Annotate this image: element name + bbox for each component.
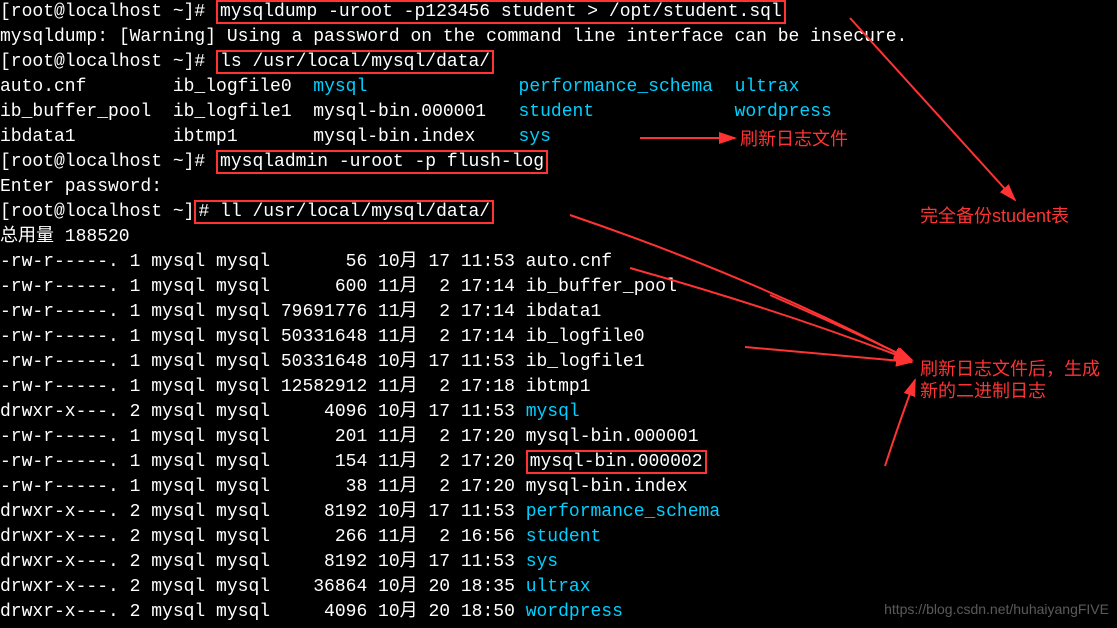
annotation-backup: 完全备份student表 <box>920 205 1100 227</box>
terminal-line: mysqldump: [Warning] Using a password on… <box>0 25 1117 50</box>
terminal-line: -rw-r-----. 1 mysql mysql 50331648 11月 2… <box>0 325 1117 350</box>
terminal-line: drwxr-x---. 2 mysql mysql 8192 10月 17 11… <box>0 550 1117 575</box>
terminal-line: Enter password: <box>0 175 1117 200</box>
terminal-line: -rw-r-----. 1 mysql mysql 600 11月 2 17:1… <box>0 275 1117 300</box>
terminal-window: { "prompt":"[root@localhost ~]# ", "cmd1… <box>0 0 1117 628</box>
terminal-line: 总用量 188520 <box>0 225 1117 250</box>
terminal-line: -rw-r-----. 1 mysql mysql 38 11月 2 17:20… <box>0 475 1117 500</box>
watermark: https://blog.csdn.net/huhaiyangFIVE <box>884 597 1109 622</box>
cmd-flushlog: mysqladmin -uroot -p flush-log <box>216 150 548 174</box>
terminal-line: -rw-r-----. 1 mysql mysql 79691776 11月 2… <box>0 300 1117 325</box>
annotation-flush-log: 刷新日志文件 <box>740 128 848 150</box>
terminal-line: drwxr-x---. 2 mysql mysql 8192 10月 17 11… <box>0 500 1117 525</box>
terminal-line: -rw-r-----. 1 mysql mysql 201 11月 2 17:2… <box>0 425 1117 450</box>
terminal-content: [root@localhost ~]# mysqldump -uroot -p1… <box>0 0 1117 625</box>
cmd-mysqldump: mysqldump -uroot -p123456 student > /opt… <box>216 0 786 24</box>
cmd-ls: ls /usr/local/mysql/data/ <box>216 50 494 74</box>
prompt: [root@localhost ~] <box>0 202 194 222</box>
cmd-ll: # ll /usr/local/mysql/data/ <box>194 200 494 224</box>
file-new-binlog: mysql-bin.000002 <box>526 450 707 474</box>
annotation-newbinlog: 刷新日志文件后，生成新的二进制日志 <box>920 358 1110 402</box>
terminal-line: ib_buffer_pool ib_logfile1 mysql-bin.000… <box>0 100 1117 125</box>
terminal-line: ibdata1 ibtmp1 mysql-bin.index sys <box>0 125 1117 150</box>
terminal-line: [root@localhost ~]# mysqldump -uroot -p1… <box>0 0 1117 25</box>
terminal-line: auto.cnf ib_logfile0 mysql performance_s… <box>0 75 1117 100</box>
terminal-line: -rw-r-----. 1 mysql mysql 154 11月 2 17:2… <box>0 450 1117 475</box>
terminal-line: -rw-r-----. 1 mysql mysql 56 10月 17 11:5… <box>0 250 1117 275</box>
terminal-line: [root@localhost ~]# mysqladmin -uroot -p… <box>0 150 1117 175</box>
terminal-line: drwxr-x---. 2 mysql mysql 4096 10月 17 11… <box>0 400 1117 425</box>
terminal-line: [root@localhost ~]# ls /usr/local/mysql/… <box>0 50 1117 75</box>
terminal-line: drwxr-x---. 2 mysql mysql 266 11月 2 16:5… <box>0 525 1117 550</box>
